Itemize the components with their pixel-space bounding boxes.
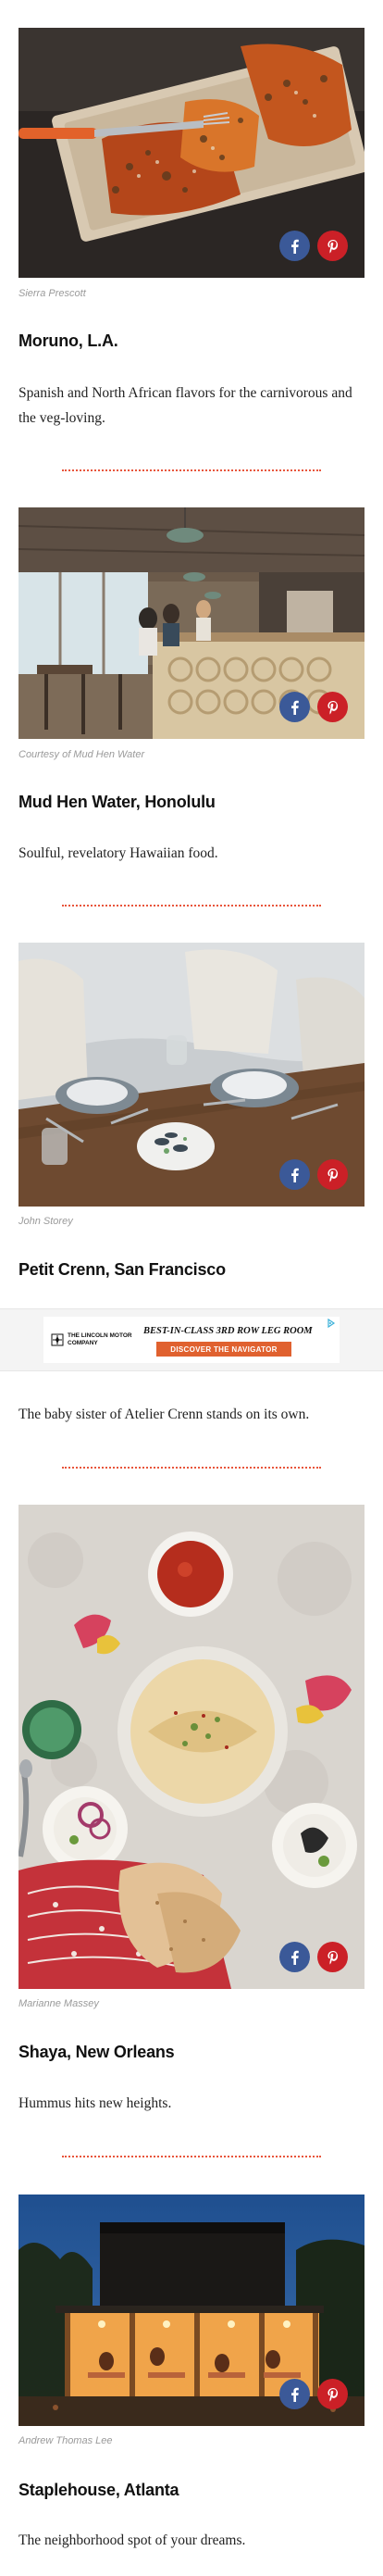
article-description: Spanish and North African flavors for th…	[19, 385, 352, 426]
share-buttons	[279, 692, 348, 722]
ad-creative[interactable]: THE LINCOLN MOTOR COMPANY BEST-IN-CLASS …	[43, 1317, 340, 1363]
pinterest-share-button[interactable]	[317, 1159, 348, 1190]
share-buttons	[279, 1942, 348, 1972]
article-title[interactable]: Moruno, L.A.	[19, 331, 118, 351]
pinterest-icon	[327, 239, 338, 253]
share-buttons	[279, 231, 348, 261]
ad-brand: THE LINCOLN MOTOR COMPANY	[68, 1332, 132, 1346]
article-description: The neighborhood spot of your dreams.	[19, 2532, 246, 2548]
article-title[interactable]: Petit Crenn, San Francisco	[19, 1260, 226, 1280]
article-title[interactable]: Shaya, New Orleans	[19, 2043, 175, 2062]
pinterest-icon	[327, 700, 338, 714]
article-photo[interactable]	[19, 28, 364, 278]
section-divider	[62, 2156, 321, 2157]
article-description: Hummus hits new heights.	[19, 2095, 172, 2111]
pinterest-share-button[interactable]	[317, 1942, 348, 1972]
pinterest-icon	[327, 1950, 338, 1964]
pinterest-share-button[interactable]	[317, 231, 348, 261]
lincoln-star-icon	[51, 1333, 64, 1346]
facebook-icon	[290, 1168, 299, 1182]
article-title[interactable]: Mud Hen Water, Honolulu	[19, 793, 216, 812]
article-photo[interactable]	[19, 943, 364, 1207]
hummus-spread-image	[19, 1505, 364, 1989]
article-description: The baby sister of Atelier Crenn stands …	[19, 1407, 310, 1422]
photo-credit: John Storey	[19, 1216, 73, 1227]
article-description: Soulful, revelatory Hawaiian food.	[19, 845, 218, 861]
facebook-share-button[interactable]	[279, 1942, 310, 1972]
facebook-share-button[interactable]	[279, 231, 310, 261]
facebook-share-button[interactable]	[279, 2379, 310, 2409]
facebook-icon	[290, 1950, 299, 1965]
pinterest-icon	[327, 1168, 338, 1182]
ad-cta-button[interactable]: DISCOVER THE NAVIGATOR	[156, 1342, 291, 1357]
photo-credit: Sierra Prescott	[19, 288, 86, 299]
adchoices-icon[interactable]	[327, 1319, 336, 1328]
pinterest-share-button[interactable]	[317, 2379, 348, 2409]
facebook-icon	[290, 2387, 299, 2402]
facebook-share-button[interactable]	[279, 1159, 310, 1190]
facebook-icon	[290, 239, 299, 254]
section-divider	[62, 1467, 321, 1469]
ad-headline: BEST-IN-CLASS 3RD ROW LEG ROOM	[143, 1326, 313, 1336]
share-buttons	[279, 2379, 348, 2409]
section-divider	[62, 905, 321, 907]
share-buttons	[279, 1159, 348, 1190]
article-photo[interactable]	[19, 1505, 364, 1989]
photo-credit: Marianne Massey	[19, 1998, 99, 2009]
article-photo[interactable]	[19, 507, 364, 739]
section-divider	[62, 469, 321, 471]
pinterest-share-button[interactable]	[317, 692, 348, 722]
photo-credit: Andrew Thomas Lee	[19, 2435, 113, 2446]
photo-credit: Courtesy of Mud Hen Water	[19, 749, 145, 760]
article-title[interactable]: Staplehouse, Atlanta	[19, 2481, 179, 2500]
pinterest-icon	[327, 2387, 338, 2401]
facebook-share-button[interactable]	[279, 692, 310, 722]
facebook-icon	[290, 700, 299, 715]
advertisement-banner[interactable]: THE LINCOLN MOTOR COMPANY BEST-IN-CLASS …	[0, 1308, 383, 1371]
article-photo[interactable]	[19, 2195, 364, 2426]
